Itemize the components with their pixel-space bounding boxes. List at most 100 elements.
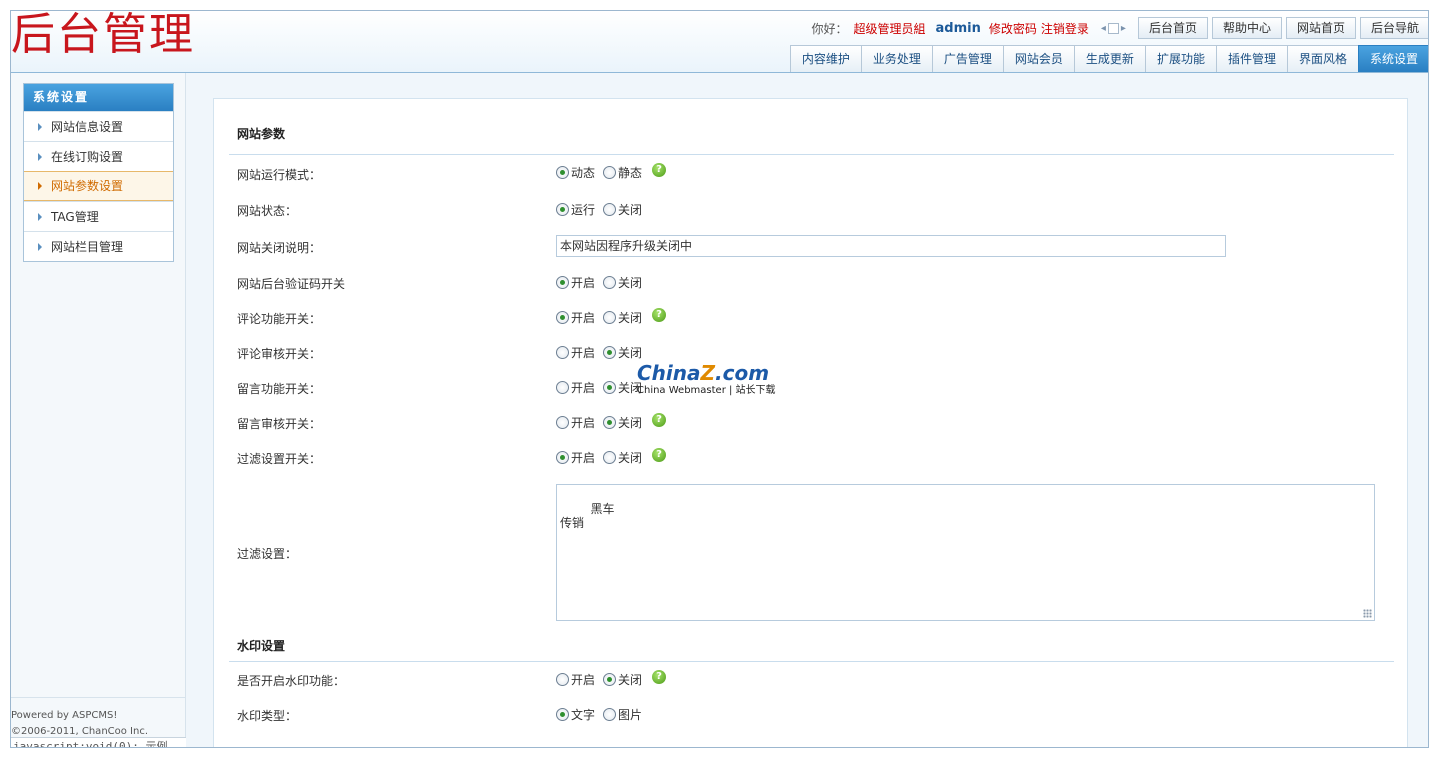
help-icon[interactable]: ?: [652, 162, 667, 177]
sidebar-item-label: 网站栏目管理: [51, 239, 124, 254]
radio-circle[interactable]: [603, 203, 617, 216]
help-icon[interactable]: ?: [652, 669, 667, 684]
square-icon: [1107, 22, 1119, 34]
radio-circle[interactable]: [556, 416, 569, 429]
radio-running[interactable]: 运行: [556, 201, 595, 218]
sidebar-menu: 系统设置 网站信息设置 在线订购设置 网站参数设置 TAG管理 网站栏目管理: [23, 83, 174, 262]
radio-circle[interactable]: [556, 346, 569, 359]
logo: 后台管理: [11, 10, 195, 60]
resize-grip-icon[interactable]: [1363, 609, 1372, 618]
radio-captcha-on[interactable]: 开启: [556, 274, 595, 291]
username: admin: [935, 20, 981, 36]
radio-circle[interactable]: [556, 708, 569, 721]
radio-circle[interactable]: [556, 311, 569, 324]
radio-circle[interactable]: [556, 203, 569, 216]
chevron-left-icon[interactable]: ◂: [1101, 23, 1106, 34]
radio-circle[interactable]: [603, 346, 617, 359]
radio-static[interactable]: 静态: [603, 164, 642, 181]
radio-watermark-off[interactable]: 关闭: [603, 671, 642, 688]
user-group: 超级管理员組: [853, 21, 926, 36]
tab-ads[interactable]: 广告管理: [931, 45, 1004, 72]
help-icon[interactable]: ?: [652, 412, 667, 427]
radio-circle[interactable]: [603, 166, 617, 179]
radio-closed[interactable]: 关闭: [603, 201, 642, 218]
filter-words-textarea[interactable]: 黑车 传销: [556, 484, 1375, 621]
radio-circle[interactable]: [603, 451, 617, 464]
powered-by: Powered by ASPCMS!: [11, 710, 118, 721]
radio-circle[interactable]: [603, 276, 617, 289]
radio-circle[interactable]: [603, 416, 617, 429]
radio-circle[interactable]: [556, 166, 569, 179]
sidebar-item-label: 网站信息设置: [51, 119, 124, 134]
label-comment: 评论功能开关：: [237, 312, 322, 326]
radio-circle[interactable]: [603, 673, 617, 686]
sidebar-item-columns[interactable]: 网站栏目管理: [24, 231, 173, 261]
help-center-button[interactable]: 帮助中心: [1211, 17, 1282, 39]
divider: [229, 661, 1394, 662]
close-note-input[interactable]: 本网站因程序升级关闭中: [556, 235, 1226, 257]
sidebar-item-online-order[interactable]: 在线订购设置: [24, 141, 173, 171]
divider: [229, 154, 1394, 155]
sidebar-item-tag[interactable]: TAG管理: [24, 201, 173, 231]
sidebar-item-site-info[interactable]: 网站信息设置: [24, 111, 173, 141]
tab-members[interactable]: 网站会员: [1002, 45, 1075, 72]
sidebar-item-site-params[interactable]: 网站参数设置: [24, 171, 173, 201]
label-filter-switch: 过滤设置开关：: [237, 452, 322, 466]
radio-guestbook-audit-off[interactable]: 关闭: [603, 414, 642, 431]
radio-comment-audit-off[interactable]: 关闭: [603, 344, 642, 361]
label-captcha: 网站后台验证码开关: [237, 277, 346, 291]
radio-comment-audit-on[interactable]: 开启: [556, 344, 595, 361]
field-guestbook: 开启 关闭: [556, 379, 650, 396]
radio-watermark-on[interactable]: 开启: [556, 671, 595, 688]
tab-business[interactable]: 业务处理: [860, 45, 933, 72]
radio-circle[interactable]: [556, 451, 569, 464]
triangle-right-icon: [38, 242, 42, 251]
radio-filter-on[interactable]: 开启: [556, 449, 595, 466]
admin-home-button[interactable]: 后台首页: [1137, 17, 1208, 39]
radio-guestbook-audit-on[interactable]: 开启: [556, 414, 595, 431]
tab-plugins[interactable]: 插件管理: [1215, 45, 1288, 72]
radio-comment-on[interactable]: 开启: [556, 309, 595, 326]
tab-extensions[interactable]: 扩展功能: [1144, 45, 1217, 72]
settings-panel: 网站参数 网站运行模式： 动态 静态 ? 网站状态： 运行 关闭 网站关闭说明：…: [213, 98, 1408, 747]
radio-circle[interactable]: [603, 381, 617, 394]
triangle-right-icon: [38, 182, 42, 190]
radio-circle[interactable]: [556, 276, 569, 289]
radio-filter-off[interactable]: 关闭: [603, 449, 642, 466]
greeting-text: 你好：: [811, 21, 848, 36]
radio-comment-off[interactable]: 关闭: [603, 309, 642, 326]
radio-dynamic[interactable]: 动态: [556, 164, 595, 181]
triangle-right-icon: [38, 122, 42, 131]
radio-captcha-off[interactable]: 关闭: [603, 274, 642, 291]
radio-watermark-image[interactable]: 图片: [603, 706, 642, 723]
logout-link[interactable]: 注销登录: [1041, 20, 1089, 37]
admin-nav-button[interactable]: 后台导航: [1359, 17, 1428, 39]
tab-content[interactable]: 内容维护: [789, 45, 862, 72]
chevron-right-icon[interactable]: ▸: [1121, 23, 1126, 34]
sidebar-footer: Powered by ASPCMS! ©2006-2011, ChanCoo I…: [11, 697, 186, 740]
nav-arrows[interactable]: ◂ ▸: [1101, 22, 1126, 34]
help-icon[interactable]: ?: [652, 307, 667, 322]
tab-generate[interactable]: 生成更新: [1073, 45, 1146, 72]
site-home-button[interactable]: 网站首页: [1285, 17, 1356, 39]
label-watermark-on: 是否开启水印功能：: [237, 674, 346, 688]
label-guestbook: 留言功能开关：: [237, 382, 322, 396]
field-watermark-type: 文字 图片: [556, 706, 650, 723]
change-password-link[interactable]: 修改密码: [989, 20, 1037, 37]
field-captcha: 开启 关闭: [556, 274, 650, 291]
help-icon[interactable]: ?: [652, 447, 667, 462]
tab-styles[interactable]: 界面风格: [1286, 45, 1359, 72]
tab-system-settings[interactable]: 系统设置: [1357, 45, 1428, 72]
radio-circle[interactable]: [556, 381, 569, 394]
radio-circle[interactable]: [603, 311, 617, 324]
radio-circle[interactable]: [556, 673, 569, 686]
watermark-tagline: China Webmaster | 站长下载: [637, 385, 776, 396]
field-run-mode: 动态 静态 ?: [556, 162, 667, 181]
header: 后台管理 你好： 超级管理员組 admin 修改密码 注销登录 ◂ ▸ 后台首页…: [11, 10, 1428, 73]
radio-circle[interactable]: [603, 708, 617, 721]
label-comment-audit: 评论审核开关：: [237, 347, 322, 361]
field-site-status: 运行 关闭: [556, 201, 650, 218]
triangle-right-icon: [38, 152, 42, 161]
radio-guestbook-on[interactable]: 开启: [556, 379, 595, 396]
radio-watermark-text[interactable]: 文字: [556, 706, 595, 723]
